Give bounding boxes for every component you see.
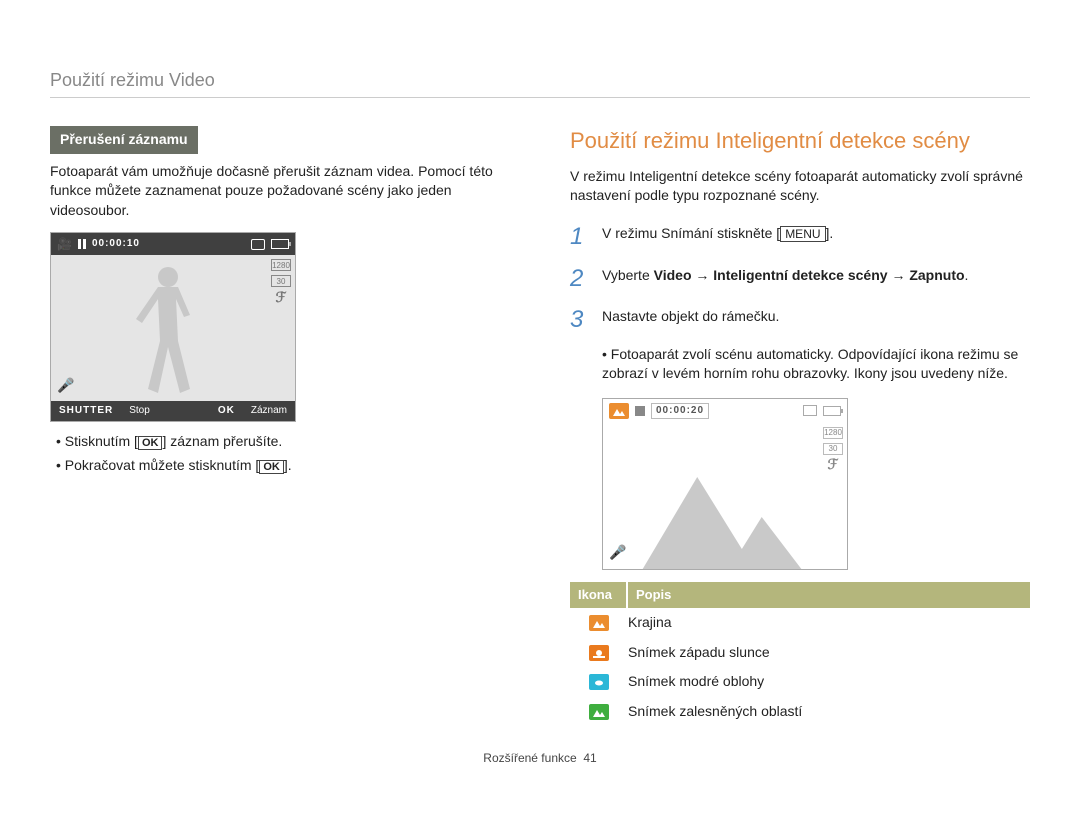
left-paragraph: Fotoaparát vám umožňuje dočasně přerušit…: [50, 162, 510, 221]
left-column: Přerušení záznamu Fotoaparát vám umožňuj…: [50, 126, 510, 727]
shutter-label: SHUTTER: [51, 404, 121, 418]
timer-text-2: 00:00:20: [651, 403, 709, 419]
fps-icon: 30: [271, 275, 291, 287]
content-columns: Přerušení záznamu Fotoaparát vám umožňuj…: [50, 126, 1030, 727]
table-row: Snímek západu slunce: [570, 638, 1030, 668]
bullet-2: Pokračovat můžete stisknutím [OK].: [56, 456, 510, 476]
row-label: Snímek západu slunce: [628, 643, 1030, 663]
sky-icon: [589, 674, 609, 690]
step-1: 1 V režimu Snímání stiskněte [MENU].: [570, 220, 1030, 254]
ok-inline-icon: OK: [138, 436, 163, 450]
right-intro: V režimu Inteligentní detekce scény foto…: [570, 167, 1030, 206]
footer-page-number: 41: [583, 751, 596, 765]
menu-inline-icon: MENU: [780, 226, 825, 242]
step-number: 2: [570, 262, 592, 296]
sunset-icon: [589, 645, 609, 661]
video-icon: 🎥: [57, 236, 72, 253]
th-popis: Popis: [628, 582, 1030, 608]
th-ikona: Ikona: [570, 582, 628, 608]
bullet-1: Stisknutím [OK] záznam přerušíte.: [56, 432, 510, 452]
step-number: 3: [570, 303, 592, 337]
fps-icon: 30: [823, 443, 843, 455]
step-2: 2 Vyberte Video → Inteligentní detekce s…: [570, 262, 1030, 296]
fan-icon: ℱ: [271, 291, 291, 303]
person-silhouette: [128, 263, 218, 397]
camera-lcd-pause: 🎥 00:00:10 1280: [50, 232, 296, 422]
table-row: Krajina: [570, 608, 1030, 638]
pause-icon: [78, 239, 86, 249]
sub-bullets: Fotoaparát zvolí scénu automaticky. Odpo…: [602, 345, 1030, 384]
right-column: Použití režimu Inteligentní detekce scén…: [570, 126, 1030, 727]
battery-icon: [823, 406, 841, 416]
mountain-silhouette: [603, 469, 847, 569]
fan-icon: ℱ: [823, 459, 843, 471]
step-number: 1: [570, 220, 592, 254]
table-row: Snímek modré oblohy: [570, 667, 1030, 697]
res-icon: 1280: [823, 427, 843, 439]
section-badge: Přerušení záznamu: [50, 126, 198, 154]
table-row: Snímek zalesněných oblastí: [570, 697, 1030, 727]
page-footer: Rozšířené funkce 41: [50, 751, 1030, 765]
step-3: 3 Nastavte objekt do rámečku.: [570, 303, 1030, 337]
landscape-icon: [589, 615, 609, 631]
mic-icon: 🎤: [57, 376, 74, 396]
battery-icon: [271, 239, 289, 249]
card-icon: [803, 405, 817, 416]
lcd2-side-icons: 1280 30 ℱ: [823, 427, 843, 471]
ok-label-lcd: OK: [210, 404, 243, 418]
row-label: Snímek modré oblohy: [628, 672, 1030, 692]
forest-icon: [589, 704, 609, 720]
ok-inline-icon: OK: [259, 460, 284, 474]
zaznam-label: Záznam: [243, 404, 295, 418]
stop-label: Stop: [121, 404, 158, 418]
scene-landscape-icon: [609, 403, 629, 419]
table-head: Ikona Popis: [570, 582, 1030, 608]
timer-text: 00:00:10: [92, 237, 140, 251]
card-icon: [251, 239, 265, 250]
camera-lcd-scene: 00:00:20 1280 30 ℱ 🎤: [602, 398, 848, 570]
row-label: Snímek zalesněných oblastí: [628, 702, 1030, 722]
page-title: Použití režimu Video: [50, 70, 1030, 98]
res-icon: 1280: [271, 259, 291, 271]
section-heading: Použití režimu Inteligentní detekce scén…: [570, 126, 1030, 157]
mic-icon: 🎤: [609, 543, 626, 563]
icon-table: Ikona Popis Krajina Snímek západu slunce…: [570, 582, 1030, 727]
footer-section: Rozšířené funkce: [483, 751, 576, 765]
lcd-side-icons: 1280 30 ℱ: [271, 259, 291, 303]
row-label: Krajina: [628, 613, 1030, 633]
step-list: 1 V režimu Snímání stiskněte [MENU]. 2 V…: [570, 220, 1030, 337]
left-bullets: Stisknutím [OK] záznam přerušíte. Pokrač…: [56, 432, 510, 475]
sub-bullet-1: Fotoaparát zvolí scénu automaticky. Odpo…: [602, 345, 1030, 384]
record-icon: [635, 406, 645, 416]
